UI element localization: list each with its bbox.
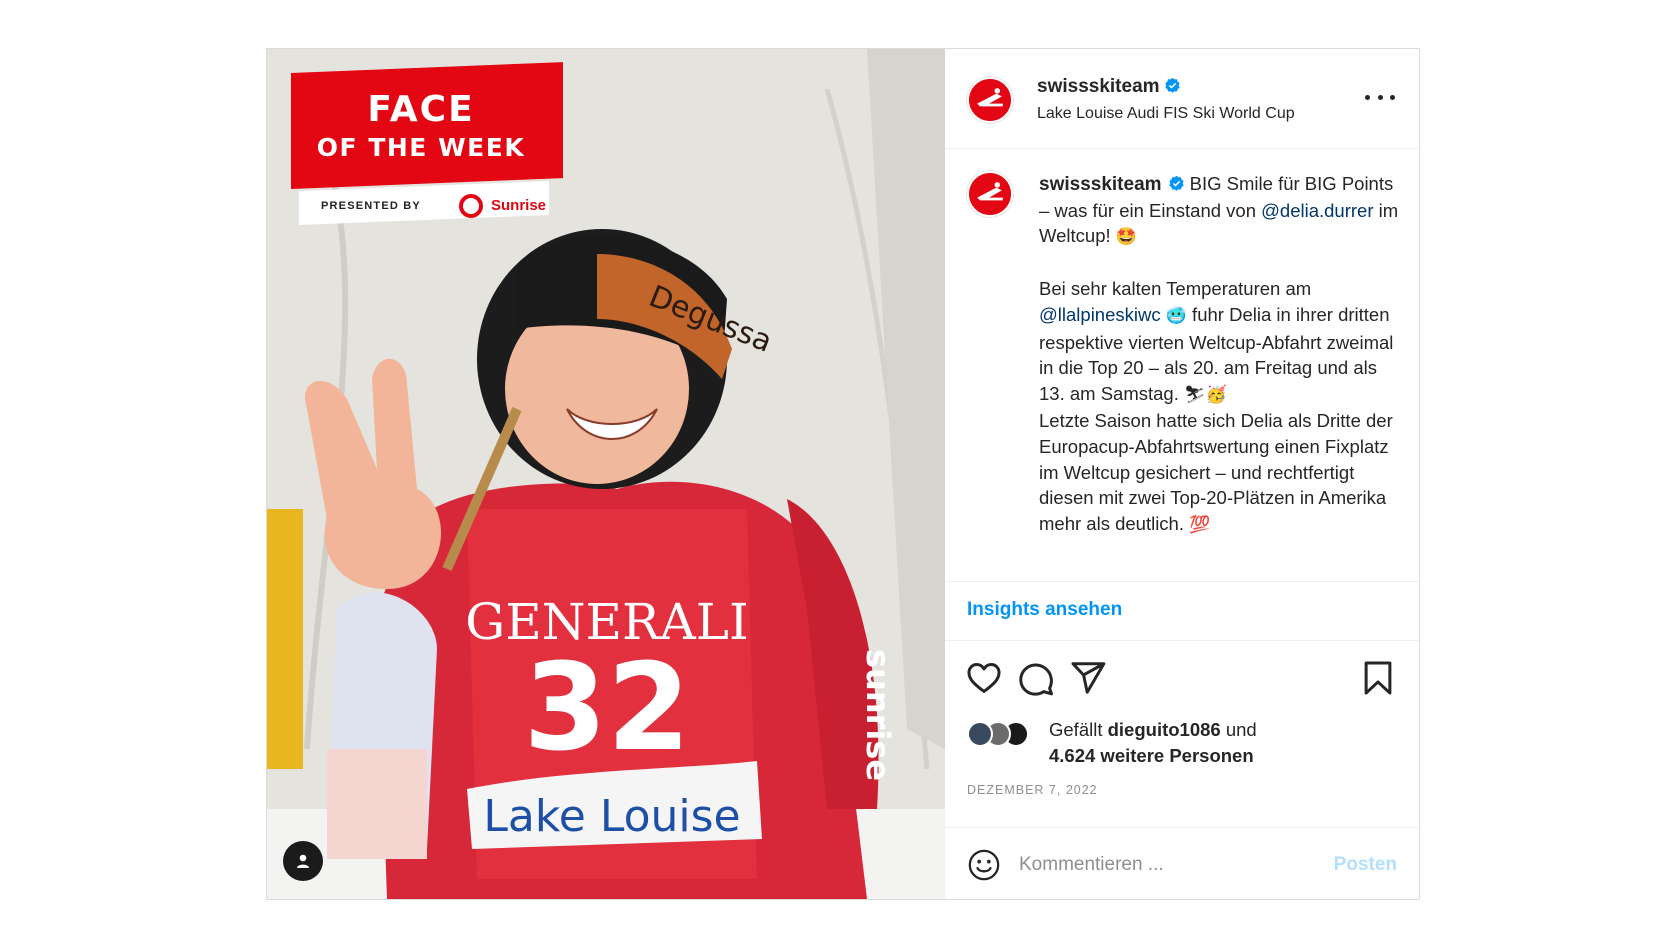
heart-icon[interactable] bbox=[965, 659, 1003, 697]
sunrise-logo-icon bbox=[459, 194, 483, 218]
likes-summary: Gefällt dieguito1086 und 4.624 weitere Pe… bbox=[967, 717, 1407, 769]
hundred-emoji: 💯 bbox=[1189, 514, 1211, 535]
star-struck-emoji: 🤩 bbox=[1115, 227, 1137, 248]
caption-text-3: Letzte Saison hatte sich Delia als Dritt… bbox=[1039, 410, 1393, 534]
instagram-post: GENERALI 32 Lake Louise Degussa sunrise … bbox=[266, 48, 1420, 900]
verified-badge-icon bbox=[1164, 77, 1180, 93]
caption-section: swissskiteam BIG Smile für BIG Points – … bbox=[945, 149, 1419, 581]
post-image[interactable]: GENERALI 32 Lake Louise Degussa sunrise … bbox=[267, 49, 945, 899]
bib-number-text: 32 bbox=[524, 639, 691, 778]
liker-username-link[interactable]: dieguito1086 bbox=[1108, 719, 1221, 740]
sponsor-name: Sunrise bbox=[491, 197, 547, 214]
view-insights-link[interactable]: Insights ansehen bbox=[967, 599, 1122, 621]
post-date[interactable]: DEZEMBER 7, 2022 bbox=[967, 783, 1098, 797]
likes-count-link[interactable]: 4.624 weitere Personen bbox=[1049, 745, 1254, 766]
more-options-icon[interactable] bbox=[1365, 87, 1395, 107]
badge-subtitle: OF THE WEEK bbox=[316, 133, 526, 162]
comment-bar: Posten bbox=[945, 827, 1419, 899]
swiss-ski-logo bbox=[969, 173, 1011, 215]
post-comment-button[interactable]: Posten bbox=[1334, 854, 1397, 876]
likes-middle: und bbox=[1220, 719, 1257, 740]
header-username[interactable]: swissskiteam bbox=[1037, 76, 1181, 98]
badge-title: FACE bbox=[367, 89, 475, 130]
location-link[interactable]: Lake Louise Audi FIS Ski World Cup bbox=[1037, 105, 1295, 123]
insights-row: Insights ansehen bbox=[945, 581, 1419, 641]
tag-user-icon[interactable] bbox=[283, 841, 323, 881]
caption-username[interactable]: swissskiteam bbox=[1039, 174, 1162, 195]
header-username-text[interactable]: swissskiteam bbox=[1037, 76, 1160, 97]
comment-input[interactable] bbox=[1019, 846, 1319, 884]
presented-by-label: PRESENTED BY bbox=[321, 200, 421, 212]
mention-link-llalpineskiwc[interactable]: @llalpineskiwc bbox=[1039, 304, 1161, 325]
share-icon[interactable] bbox=[1069, 659, 1107, 697]
bookmark-icon[interactable] bbox=[1359, 659, 1397, 697]
cold-face-emoji: 🥶 bbox=[1165, 305, 1187, 326]
verified-badge-icon bbox=[1168, 175, 1184, 191]
caption-text-2-lead: Bei sehr kalten Temperaturen am bbox=[1039, 278, 1312, 300]
skier-party-emoji: ⛷🥳 bbox=[1183, 384, 1227, 405]
likes-prefix: Gefällt bbox=[1049, 719, 1108, 740]
mention-link-delia[interactable]: @delia.durrer bbox=[1261, 200, 1373, 221]
post-header: swissskiteam Lake Louise Audi FIS Ski Wo… bbox=[945, 49, 1419, 149]
action-bar bbox=[945, 641, 1419, 711]
swiss-ski-logo bbox=[969, 79, 1011, 121]
post-side-panel: swissskiteam Lake Louise Audi FIS Ski Wo… bbox=[945, 49, 1419, 899]
sleeve-text: sunrise bbox=[859, 649, 897, 781]
face-of-the-week-badge: FACE OF THE WEEK PRESENTED BY Sunrise bbox=[291, 62, 563, 231]
caption-avatar[interactable] bbox=[967, 171, 1013, 217]
bib-venue-text: Lake Louise bbox=[483, 791, 740, 842]
comment-icon[interactable] bbox=[1017, 659, 1055, 697]
avatar[interactable] bbox=[967, 77, 1013, 123]
likes-text: Gefällt dieguito1086 und 4.624 weitere Pe… bbox=[1049, 717, 1257, 769]
liker-avatar[interactable] bbox=[967, 721, 993, 747]
emoji-icon[interactable] bbox=[967, 848, 1001, 882]
post-caption: swissskiteam BIG Smile für BIG Points – … bbox=[1039, 171, 1401, 538]
